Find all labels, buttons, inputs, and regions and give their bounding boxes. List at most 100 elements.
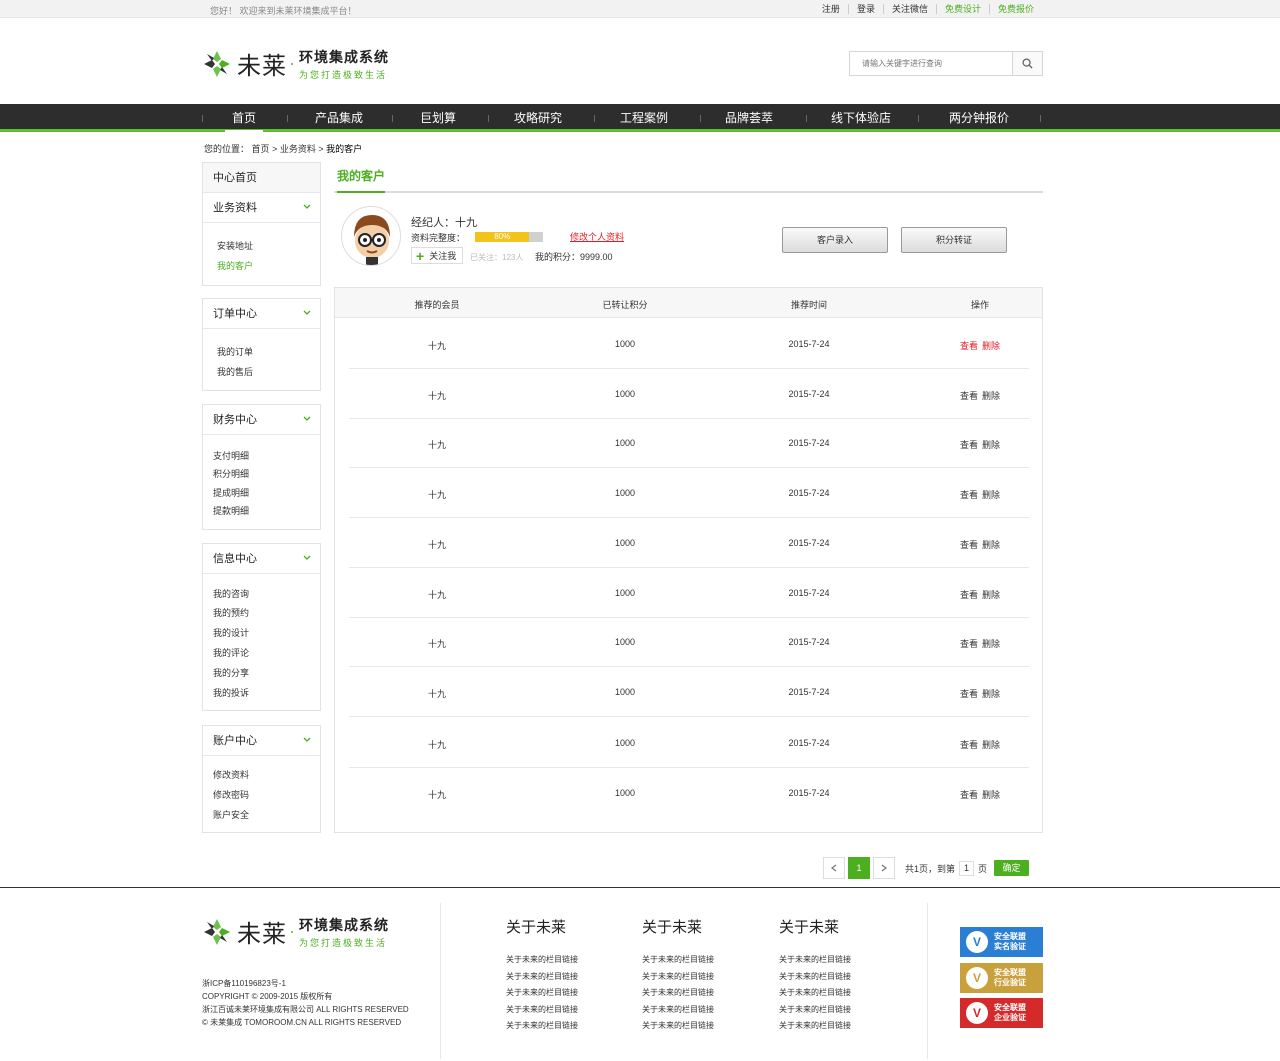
points-cell: 1000 xyxy=(614,438,636,448)
sidebar-item-design[interactable]: 我的设计 xyxy=(203,626,249,639)
sidebar-item-commission[interactable]: 提成明细 xyxy=(203,486,249,499)
sidebar-item-withdrawals[interactable]: 提款明细 xyxy=(203,504,249,517)
footer-link[interactable]: 关于未来的栏目链接 xyxy=(779,954,851,965)
view-link[interactable]: 查看 xyxy=(960,740,978,750)
search-button[interactable] xyxy=(1012,52,1042,75)
sidebar-group-title[interactable]: 账户中心 xyxy=(203,726,320,756)
footer-logo[interactable]: 未莱 · 环境集成系统 为您打造极致生活 xyxy=(202,914,389,949)
delete-link[interactable]: 删除 xyxy=(982,689,1000,699)
sidebar-group-title[interactable]: 业务资料 xyxy=(203,193,320,223)
login-link[interactable]: 登录 xyxy=(847,4,883,14)
follow-button[interactable]: + 关注我 xyxy=(411,247,463,264)
footer-link[interactable]: 关于未来的栏目链接 xyxy=(642,1004,714,1015)
sidebar-item-address[interactable]: 安装地址 xyxy=(203,239,253,252)
nav-products[interactable]: 产品集成 xyxy=(305,104,373,132)
free-quote-link[interactable]: 免费报价 xyxy=(988,4,1042,14)
sidebar-item-password[interactable]: 修改密码 xyxy=(203,788,249,801)
security-badge[interactable]: V 安全联盟 实名验证 xyxy=(960,927,1043,957)
footer-link[interactable]: 关于未来的栏目链接 xyxy=(642,1020,714,1031)
avatar[interactable] xyxy=(341,206,401,266)
verified-icon: V xyxy=(966,1002,988,1024)
sidebar-item-consult[interactable]: 我的咨询 xyxy=(203,587,249,600)
footer-column-title: 关于未莱 xyxy=(506,919,567,936)
wechat-link[interactable]: 关注微信 xyxy=(882,4,936,14)
view-link[interactable]: 查看 xyxy=(960,639,978,649)
footer-link[interactable]: 关于未来的栏目链接 xyxy=(506,954,578,965)
sidebar-item-complaints[interactable]: 我的投诉 xyxy=(203,686,249,699)
delete-link[interactable]: 删除 xyxy=(982,540,1000,550)
footer-link[interactable]: 关于未来的栏目链接 xyxy=(779,1020,851,1031)
sidebar-item-aftersale[interactable]: 我的售后 xyxy=(203,365,253,378)
nav-stores[interactable]: 线下体验店 xyxy=(822,104,900,132)
agent-name: 经纪人：十九 xyxy=(411,217,477,229)
footer-link[interactable]: 关于未来的栏目链接 xyxy=(642,971,714,982)
nav-quote[interactable]: 两分钟报价 xyxy=(938,104,1020,132)
follower-count: 已关注：123人 xyxy=(470,253,524,262)
view-link[interactable]: 查看 xyxy=(960,490,978,500)
site-logo[interactable]: 未莱 · 环境集成系统 为您打造极致生活 xyxy=(202,46,389,81)
delete-link[interactable]: 删除 xyxy=(982,740,1000,750)
points-balance: 我的积分：9999.00 xyxy=(535,252,613,262)
date-cell: 2015-7-24 xyxy=(788,538,830,548)
sidebar-group-title[interactable]: 信息中心 xyxy=(203,544,320,574)
security-badge[interactable]: V 安全联盟 行业验证 xyxy=(960,963,1043,993)
nav-cases[interactable]: 工程案例 xyxy=(611,104,677,132)
footer-link[interactable]: 关于未来的栏目链接 xyxy=(779,1004,851,1015)
nav-deals[interactable]: 巨划算 xyxy=(410,104,466,132)
sidebar-item-customers[interactable]: 我的客户 xyxy=(203,259,253,272)
add-customer-button[interactable]: 客户录入 xyxy=(782,227,888,253)
sidebar-item-security[interactable]: 账户安全 xyxy=(203,808,249,821)
edit-profile-link[interactable]: 修改个人资料 xyxy=(570,230,624,243)
delete-link[interactable]: 删除 xyxy=(982,341,1000,351)
footer-link[interactable]: 关于未来的栏目链接 xyxy=(506,971,578,982)
prev-page-button[interactable] xyxy=(823,857,845,879)
search-input[interactable] xyxy=(850,52,1012,75)
sidebar-item-shares[interactable]: 我的分享 xyxy=(203,666,249,679)
footer-link[interactable]: 关于未来的栏目链接 xyxy=(506,987,578,998)
delete-link[interactable]: 删除 xyxy=(982,490,1000,500)
delete-link[interactable]: 删除 xyxy=(982,440,1000,450)
delete-link[interactable]: 删除 xyxy=(982,639,1000,649)
register-link[interactable]: 注册 xyxy=(814,4,848,14)
view-link[interactable]: 查看 xyxy=(960,391,978,401)
sidebar-group-title[interactable]: 订单中心 xyxy=(203,299,320,329)
nav-home[interactable]: 首页 xyxy=(225,104,263,132)
sidebar-item-points[interactable]: 积分明细 xyxy=(203,467,249,480)
delete-link[interactable]: 删除 xyxy=(982,590,1000,600)
view-link[interactable]: 查看 xyxy=(960,341,978,351)
footer-link[interactable]: 关于未来的栏目链接 xyxy=(779,971,851,982)
row-actions: 查看 删除 xyxy=(920,687,1040,700)
footer-link[interactable]: 关于未来的栏目链接 xyxy=(506,1020,578,1031)
go-page-button[interactable]: 确定 xyxy=(994,860,1030,876)
nav-brands[interactable]: 品牌荟萃 xyxy=(716,104,782,132)
footer-link[interactable]: 关于未来的栏目链接 xyxy=(642,954,714,965)
breadcrumb-home[interactable]: 首页 xyxy=(252,144,270,154)
sidebar-home[interactable]: 中心首页 xyxy=(203,163,320,193)
sidebar-item-orders[interactable]: 我的订单 xyxy=(203,345,253,358)
delete-link[interactable]: 删除 xyxy=(982,790,1000,800)
sidebar-item-comments[interactable]: 我的评论 xyxy=(203,646,249,659)
free-design-link[interactable]: 免费设计 xyxy=(935,4,989,14)
footer-link[interactable]: 关于未来的栏目链接 xyxy=(779,987,851,998)
view-link[interactable]: 查看 xyxy=(960,440,978,450)
transfer-points-button[interactable]: 积分转证 xyxy=(901,227,1007,253)
delete-link[interactable]: 删除 xyxy=(982,391,1000,401)
table-row: 十九 1000 2015-7-24 查看 删除 xyxy=(349,319,1029,369)
security-badge[interactable]: V 安全联盟 企业验证 xyxy=(960,998,1043,1028)
sidebar-group-title[interactable]: 财务中心 xyxy=(203,405,320,435)
nav-guides[interactable]: 攻略研究 xyxy=(505,104,571,132)
page-1-button[interactable]: 1 xyxy=(848,857,870,879)
next-page-button[interactable] xyxy=(873,857,895,879)
breadcrumb-business[interactable]: 业务资料 xyxy=(280,144,316,154)
page-number-input[interactable]: 1 xyxy=(959,860,975,876)
view-link[interactable]: 查看 xyxy=(960,590,978,600)
footer-link[interactable]: 关于未来的栏目链接 xyxy=(506,1004,578,1015)
sidebar-item-payments[interactable]: 支付明细 xyxy=(203,449,249,462)
sidebar-item-booking[interactable]: 我的预约 xyxy=(203,606,249,619)
sidebar-item-edit-profile[interactable]: 修改资料 xyxy=(203,768,249,781)
view-link[interactable]: 查看 xyxy=(960,689,978,699)
footer-link[interactable]: 关于未来的栏目链接 xyxy=(642,987,714,998)
badge-line-2: 企业验证 xyxy=(994,1013,1026,1022)
view-link[interactable]: 查看 xyxy=(960,540,978,550)
view-link[interactable]: 查看 xyxy=(960,790,978,800)
